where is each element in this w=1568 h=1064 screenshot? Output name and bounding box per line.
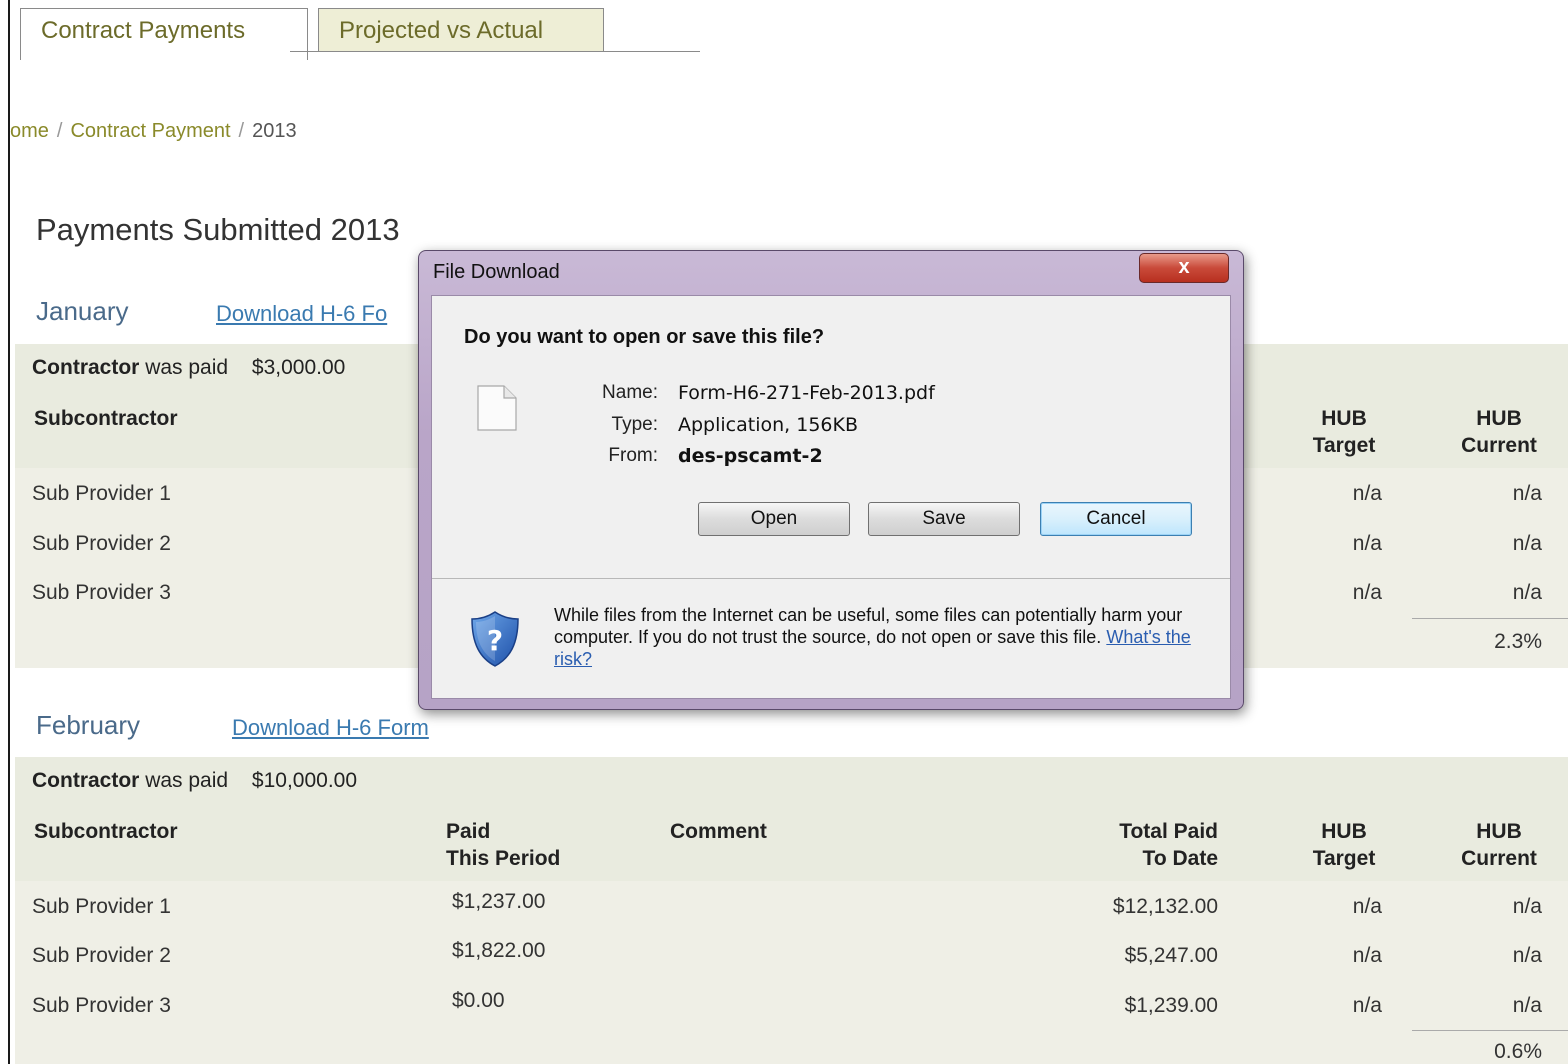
breadcrumb: ome / Contract Payment / 2013 [10,120,297,143]
table-cell-hub-target: n/a [1352,532,1382,555]
col-hub-current-line2: Current [1461,434,1537,457]
contractor-amount: $3,000.00 [251,356,346,379]
breadcrumb-contract-payment[interactable]: Contract Payment [70,120,230,142]
table-cell-hub-target: n/a [1352,895,1382,918]
contractor-label: Contractor [32,769,140,792]
col-total-line2: To Date [1142,847,1218,870]
file-type-label: Type: [611,414,658,435]
file-icon [477,385,517,431]
table-cell-hub-current: n/a [1512,482,1542,505]
table-row-name: Sub Provider 2 [32,532,171,555]
table-cell-hub-target: n/a [1352,482,1382,505]
col-hub-current: HUB Current [1450,818,1548,872]
table-cell-total: $1,239.00 [1124,994,1218,1017]
table-cell-paid: $0.00 [452,989,505,1012]
dialog-divider [432,578,1230,579]
table-cell-hub-current: n/a [1512,895,1542,918]
breadcrumb-year: 2013 [252,120,297,142]
contractor-label: Contractor [32,356,140,379]
col-total-paid-to-date: Total Paid To Date [1060,818,1218,872]
col-total-line1: Total Paid [1119,820,1218,843]
col-paid-line1: Paid [446,820,491,843]
contractor-amount: $10,000.00 [251,769,358,792]
col-hub-current: HUB Current [1450,405,1548,459]
svg-text:?: ? [487,624,503,657]
month-title-february: February [36,710,141,740]
dialog-body: Do you want to open or save this file? N… [431,295,1231,699]
col-hub-target-line2: Target [1312,847,1376,870]
total-rule [1412,618,1568,619]
table-cell-total: $12,132.00 [1112,895,1218,918]
month-title-january: January [36,296,129,326]
col-subcontractor: Subcontractor [34,407,178,430]
security-warning-text: While files from the Internet can be use… [554,605,1183,647]
table-row-name: Sub Provider 2 [32,944,171,967]
download-h6-january-link[interactable]: Download H-6 Fo [216,301,387,327]
security-warning: While files from the Internet can be use… [554,604,1214,670]
file-name-value: Form-H6-271-Feb-2013.pdf [678,382,935,404]
was-paid-text: was paid [145,769,229,792]
file-name-label: Name: [602,382,658,403]
col-hub-current-line2: Current [1461,847,1537,870]
table-cell-hub-target: n/a [1352,944,1382,967]
file-from-value: des-pscamt-2 [678,445,823,467]
tab-contract-payments[interactable]: Contract Payments [20,8,308,60]
breadcrumb-separator: / [238,120,245,142]
table-row-name: Sub Provider 3 [32,581,171,604]
col-paid-line2: This Period [446,847,561,870]
total-rule [1412,1030,1568,1031]
table-cell-total: $5,247.00 [1124,944,1218,967]
open-button[interactable]: Open [698,502,850,536]
dialog-title: File Download [433,261,560,283]
january-contractor-paid: Contractor was paid $3,000.00 [32,356,345,380]
tab-projected-vs-actual[interactable]: Projected vs Actual [318,8,604,52]
was-paid-text: was paid [145,356,229,379]
col-hub-target-line2: Target [1312,434,1376,457]
dialog-question: Do you want to open or save this file? [464,326,825,348]
col-subcontractor: Subcontractor [34,820,178,843]
col-hub-target: HUB Target [1302,818,1386,872]
col-comment: Comment [670,820,767,843]
table-cell-hub-target: n/a [1352,581,1382,604]
hub-current-total: 2.3% [1494,630,1542,653]
table-row-name: Sub Provider 3 [32,994,171,1017]
file-from-label: From: [608,445,658,466]
table-cell-hub-current: n/a [1512,944,1542,967]
close-icon[interactable]: x [1139,253,1229,283]
file-type-value: Application, 156KB [678,414,858,436]
breadcrumb-home[interactable]: ome [10,120,49,142]
col-hub-current-line1: HUB [1476,407,1522,430]
col-hub-target-line1: HUB [1321,407,1367,430]
table-row-name: Sub Provider 1 [32,895,171,918]
col-hub-current-line1: HUB [1476,820,1522,843]
col-hub-target-line1: HUB [1321,820,1367,843]
table-cell-hub-current: n/a [1512,532,1542,555]
breadcrumb-separator: / [56,120,63,142]
table-cell-paid: $1,237.00 [452,890,546,913]
col-hub-target: HUB Target [1302,405,1386,459]
window-left-border [8,0,10,1064]
table-cell-hub-current: n/a [1512,994,1542,1017]
table-cell-hub-target: n/a [1352,994,1382,1017]
table-row-name: Sub Provider 1 [32,482,171,505]
download-h6-february-link[interactable]: Download H-6 Form [232,715,429,741]
tab-baseline [290,51,700,52]
shield-icon: ? [471,611,519,667]
table-cell-paid: $1,822.00 [452,939,546,962]
col-paid-this-period: Paid This Period [446,818,560,872]
tab-bar: Contract Payments Projected vs Actual [20,8,700,60]
hub-current-total: 0.6% [1494,1040,1542,1063]
save-button[interactable]: Save [868,502,1020,536]
february-contractor-paid: Contractor was paid $10,000.00 [32,769,357,793]
table-cell-hub-current: n/a [1512,581,1542,604]
page-title: Payments Submitted 2013 [36,212,400,247]
file-download-dialog: File Download x Do you want to open or s… [418,250,1244,710]
cancel-button[interactable]: Cancel [1040,502,1192,536]
